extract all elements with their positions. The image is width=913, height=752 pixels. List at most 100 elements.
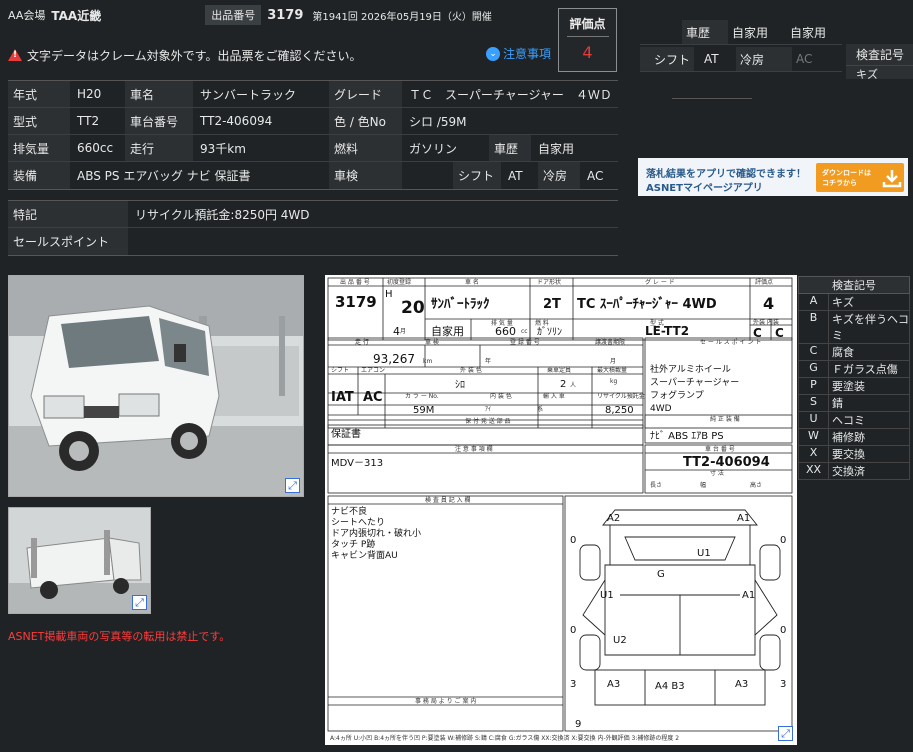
sheet-color: ｼﾛ	[455, 380, 465, 391]
legend-item: B キズを伴うヘコミ	[798, 311, 910, 344]
history-value: 自家用	[732, 25, 769, 40]
spec-label: 車検	[329, 162, 402, 189]
auction-sheet[interactable]: 出 品 番 号初度登録車 名ドア形状 グ レ ー ド評価点 排 気 量燃 料型 …	[325, 275, 797, 745]
sheet-km: 93,267	[373, 352, 415, 366]
photo-notice: ASNET掲載車両の写真等の転用は禁止です。	[8, 630, 231, 643]
ac-value: AC	[796, 52, 813, 66]
svg-text:譲渡書期限: 譲渡書期限	[595, 338, 625, 346]
expand-icon[interactable]: ⤢	[132, 595, 147, 610]
legend-code: U	[799, 412, 829, 428]
legend-item: XX 交換済	[798, 463, 910, 480]
spec-value: シロ /59M	[402, 108, 618, 134]
svg-text:登 録 番 号: 登 録 番 号	[510, 338, 540, 346]
legend-code: XX	[799, 463, 829, 479]
auction-sheet-drawing: 出 品 番 号初度登録車 名ドア形状 グ レ ー ド評価点 排 気 量燃 料型 …	[327, 277, 793, 742]
vehicle-photo-rear[interactable]: ⤢	[8, 507, 151, 614]
mark-u1b: U1	[600, 590, 614, 601]
mark-a4b3: A4 B3	[655, 681, 685, 692]
score-label: 評価点	[569, 17, 606, 31]
svg-text:乗車定員: 乗車定員	[547, 366, 571, 374]
mark-g: G	[657, 569, 665, 580]
svg-text:月: 月	[400, 328, 406, 335]
vehicle-photo-main[interactable]: ⤢	[8, 275, 304, 497]
svg-text:長さ: 長さ	[650, 482, 662, 489]
note-link[interactable]: ⌄ 注意事項	[486, 45, 551, 62]
spec-value: ガソリン	[402, 135, 489, 161]
history-label: 車歴	[682, 20, 728, 44]
sheet-year: 20	[401, 298, 425, 318]
legend-desc: 補修跡	[832, 431, 865, 444]
svg-text:純 正 装 備: 純 正 装 備	[710, 415, 740, 423]
legend-desc: キズを伴うヘコミ	[832, 313, 909, 342]
sheet-code: MDV－313	[331, 458, 383, 469]
sheet-score: 4	[763, 294, 774, 313]
download-line2: コチラから	[822, 178, 857, 187]
legend-desc: 要塗装	[832, 380, 865, 393]
legend-item: W 補修跡	[798, 429, 910, 446]
spec-value: サンバートラック	[193, 81, 329, 107]
spec-row: 装備 ABS PS エアバッグ ナビ 保証書 車検 シフト AT 冷房 AC	[8, 162, 618, 189]
feature-row: 特記 リサイクル預託金:8250円 4WD	[8, 201, 618, 228]
expand-icon[interactable]: ⤢	[285, 478, 300, 493]
mark-a3b: A3	[735, 679, 748, 690]
legend-code: P	[799, 378, 829, 394]
svg-text:月: 月	[610, 358, 616, 365]
svg-text:出 品 番 号: 出 品 番 号	[340, 278, 370, 286]
svg-text:検 査 員 記 入 欄: 検 査 員 記 入 欄	[425, 496, 471, 504]
expand-icon[interactable]: ⤢	[778, 726, 793, 741]
legend-code: A	[799, 294, 829, 310]
legend-item: X 要交換	[798, 446, 910, 463]
note-link-label[interactable]: 注意事項	[503, 45, 551, 62]
lot-label: 出品番号	[205, 5, 262, 25]
spec-label: 排気量	[8, 135, 70, 161]
sheet-lot: 3179	[335, 293, 377, 311]
spec-value: AT	[501, 162, 538, 189]
legend-item: S錆	[798, 395, 910, 412]
svg-text:高さ: 高さ	[750, 481, 762, 489]
legend-desc: 錆	[832, 397, 843, 410]
sheet-colorno: 59M	[413, 405, 434, 416]
sheet-use: 自家用	[431, 324, 464, 338]
spec-value: 660cc	[70, 135, 125, 161]
sheet-sales: フォグランプ	[650, 389, 704, 401]
spec-label: 色 / 色No	[329, 108, 402, 134]
svg-text:内 装 色: 内 装 色	[490, 392, 512, 400]
spec-value: H20	[70, 81, 125, 107]
svg-text:kg: kg	[610, 378, 617, 385]
legend-desc: 腐食	[832, 346, 854, 359]
mark-zone: 3	[570, 679, 576, 690]
score-box: 評価点 4	[558, 8, 617, 72]
legend-title: 検査記号	[798, 276, 910, 294]
sheet-warranty: 保証書	[331, 427, 361, 440]
sheet-sales: 社外アルミホイール	[650, 363, 731, 375]
spec-label: 型式	[8, 108, 70, 134]
spec-label: 燃料	[329, 135, 402, 161]
spec-label: 車台番号	[125, 108, 193, 134]
spec-value: AC	[580, 162, 618, 189]
legend-code: X	[799, 446, 829, 462]
kensa-header: 検査記号 キズ	[846, 44, 913, 81]
car-diagram	[579, 509, 781, 706]
legend-code: G	[799, 361, 829, 377]
banner-line1: 落札結果をアプリで確認できます！	[646, 169, 806, 180]
history-value-2: 自家用	[790, 25, 827, 40]
mark-zone: 3	[780, 679, 786, 690]
svg-text:年: 年	[485, 357, 491, 365]
truck-rear-image	[9, 508, 150, 613]
svg-text:幅: 幅	[700, 481, 706, 489]
score-value: 4	[582, 43, 593, 62]
feature-label: 特記	[8, 201, 128, 227]
download-button[interactable]: ダウンロードは コチラから	[816, 163, 904, 192]
app-banner[interactable]: 落札結果をアプリで確認できます！ ASNETマイページアプリ ダウンロードは コ…	[638, 158, 908, 196]
sheet-car: ｻﾝﾊﾞｰﾄﾗｯｸ	[431, 296, 490, 312]
svg-text:外 装 色: 外 装 色	[460, 366, 482, 374]
sheet-inspect: キャビン背面AU	[331, 549, 398, 561]
legend-item: G Ｆガラス点傷	[798, 361, 910, 378]
mark-a1b: A1	[742, 590, 755, 601]
sheet-ac: AC	[363, 390, 383, 405]
download-icon	[882, 169, 902, 187]
sheet-sales: スーパーチャージャー	[650, 377, 739, 388]
svg-text:外装 内装: 外装 内装	[753, 318, 779, 326]
mark-zone: 0	[780, 535, 786, 546]
sheet-seats: 2	[560, 379, 566, 390]
